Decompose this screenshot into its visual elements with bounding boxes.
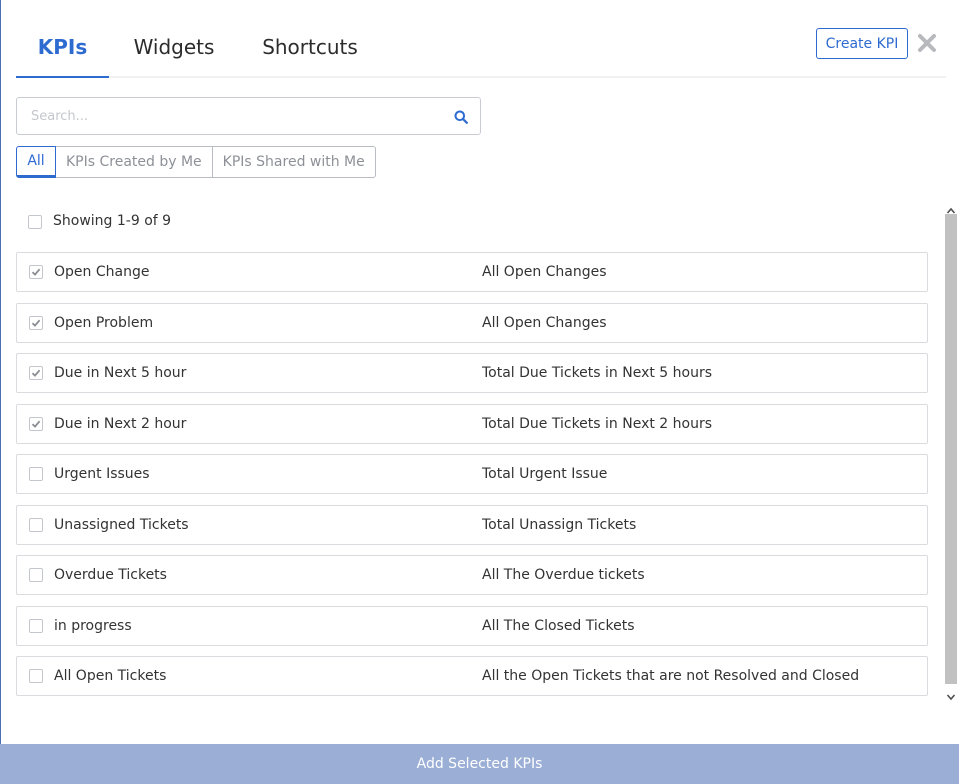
kpi-row-checkbox[interactable] — [29, 316, 43, 330]
kpi-row[interactable]: Urgent Issues Total Urgent Issue — [16, 454, 928, 494]
search-icon[interactable] — [454, 109, 468, 124]
kpi-name: Due in Next 2 hour — [54, 416, 187, 432]
kpi-name: Due in Next 5 hour — [54, 365, 187, 381]
kpi-description: All Open Changes — [482, 264, 607, 280]
kpi-row[interactable]: Due in Next 2 hour Total Due Tickets in N… — [16, 404, 928, 444]
kpi-description: All The Closed Tickets — [482, 618, 635, 634]
kpi-name: All Open Tickets — [54, 668, 167, 684]
scrollbar-thumb[interactable] — [945, 214, 957, 684]
kpi-row-checkbox[interactable] — [29, 568, 43, 582]
kpi-row-checkbox[interactable] — [29, 366, 43, 380]
kpi-name: Unassigned Tickets — [54, 517, 189, 533]
search-input[interactable] — [31, 98, 441, 134]
scrollbar[interactable] — [943, 198, 959, 701]
kpi-description: Total Due Tickets in Next 5 hours — [482, 365, 713, 381]
kpi-name: Overdue Tickets — [54, 567, 167, 583]
kpi-description: All The Overdue tickets — [482, 567, 645, 583]
kpi-description: All Open Changes — [482, 315, 607, 331]
filter-all-button[interactable]: All — [16, 146, 56, 178]
panel-left-border — [0, 0, 1, 784]
kpi-row[interactable]: Open Problem All Open Changes — [16, 303, 928, 343]
filter-shared-with-me-button[interactable]: KPIs Shared with Me — [211, 146, 376, 178]
kpi-description: All the Open Tickets that are not Resolv… — [482, 668, 860, 684]
kpi-name: Urgent Issues — [54, 466, 150, 482]
kpi-row[interactable]: Overdue Tickets All The Overdue tickets — [16, 555, 928, 595]
close-icon[interactable] — [916, 32, 938, 54]
kpi-row-checkbox[interactable] — [29, 619, 43, 633]
kpi-row-checkbox[interactable] — [29, 417, 43, 431]
kpi-name: in progress — [54, 618, 132, 634]
kpi-row[interactable]: in progress All The Closed Tickets — [16, 606, 928, 646]
kpi-description: Total Due Tickets in Next 2 hours — [482, 416, 713, 432]
scroll-down-arrow-icon[interactable] — [946, 687, 956, 701]
kpi-row-checkbox[interactable] — [29, 265, 43, 279]
scroll-up-arrow-icon[interactable] — [946, 201, 956, 214]
search-box — [16, 97, 481, 135]
kpi-row-checkbox[interactable] — [29, 467, 43, 481]
add-selected-kpis-button[interactable]: Add Selected KPIs — [0, 744, 959, 784]
tab-shortcuts[interactable]: Shortcuts — [254, 18, 366, 76]
kpi-filter-group: All KPIs Created by Me KPIs Shared with … — [16, 146, 376, 178]
tab-bar: KPIs Widgets Shortcuts — [16, 18, 946, 78]
kpi-name: Open Problem — [54, 315, 154, 331]
kpi-description: Total Urgent Issue — [482, 466, 608, 482]
create-kpi-button[interactable]: Create KPI — [816, 28, 908, 59]
kpi-row[interactable]: Due in Next 5 hour Total Due Tickets in N… — [16, 353, 928, 393]
active-tab-indicator — [16, 76, 109, 78]
filter-created-by-me-button[interactable]: KPIs Created by Me — [55, 146, 213, 178]
kpi-row-checkbox[interactable] — [29, 669, 43, 683]
kpi-description: Total Unassign Tickets — [482, 517, 637, 533]
tab-kpis[interactable]: KPIs — [16, 18, 109, 76]
tab-widgets[interactable]: Widgets — [124, 18, 224, 76]
showing-count-text: Showing 1-9 of 9 — [53, 213, 172, 229]
kpi-name: Open Change — [54, 264, 150, 280]
kpi-row[interactable]: Unassigned Tickets Total Unassign Tickets — [16, 505, 928, 545]
select-all-checkbox[interactable] — [28, 215, 42, 229]
kpi-row[interactable]: All Open Tickets All the Open Tickets tha… — [16, 656, 928, 696]
kpi-row-checkbox[interactable] — [29, 518, 43, 532]
kpi-row[interactable]: Open Change All Open Changes — [16, 252, 928, 292]
